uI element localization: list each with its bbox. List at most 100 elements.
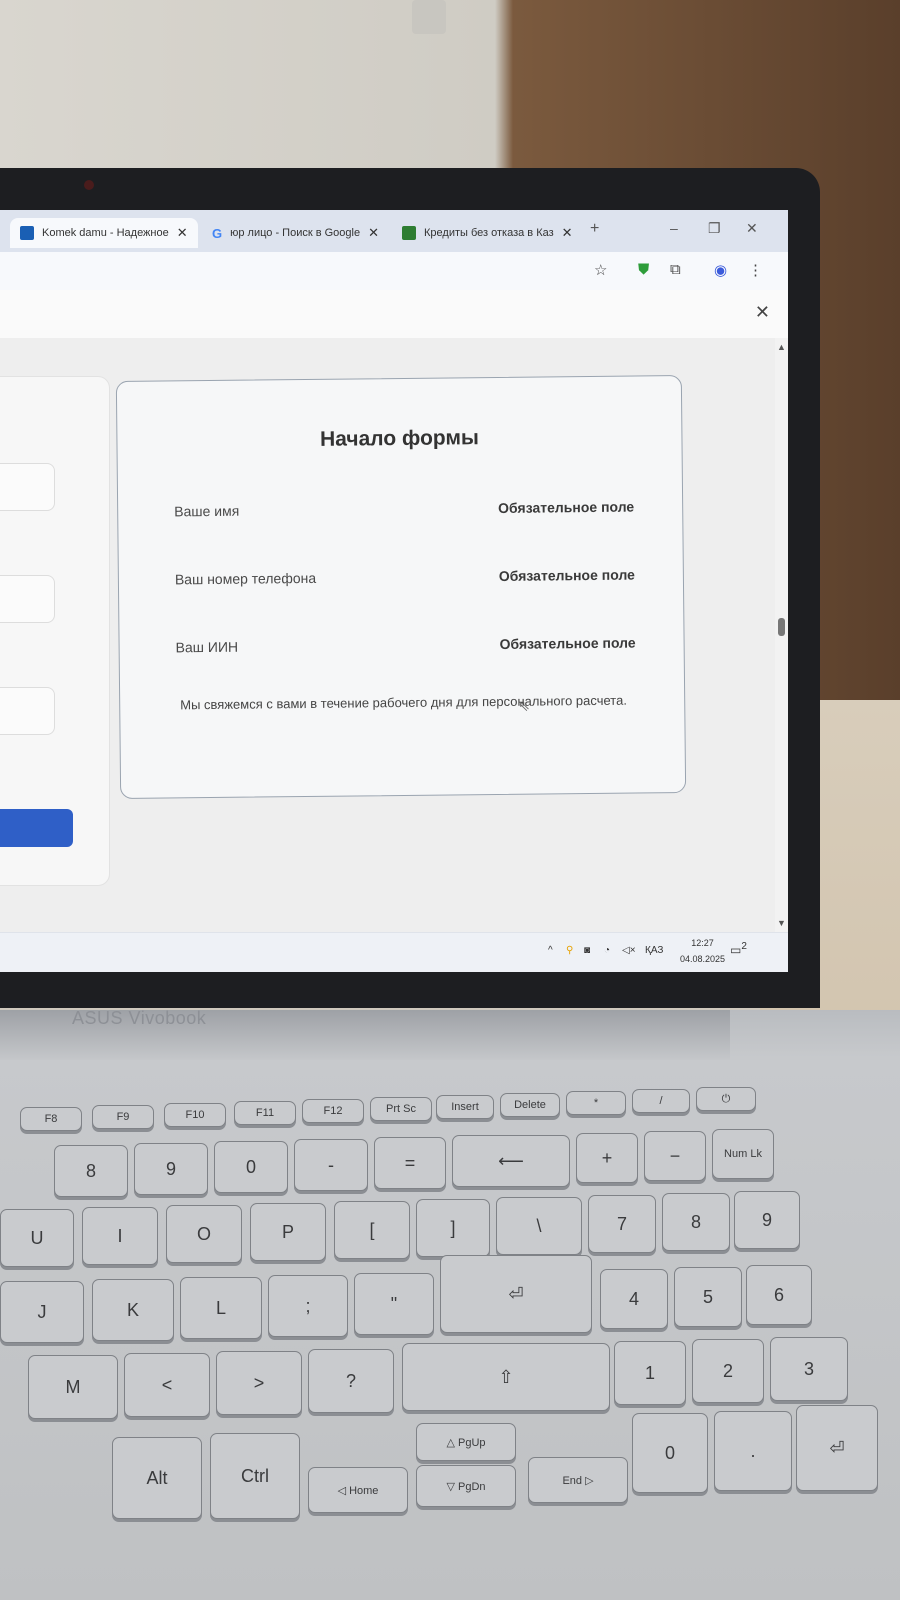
key-enter[interactable]: ⏎ [440, 1255, 592, 1333]
language-indicator[interactable]: ҚАЗ [645, 945, 663, 956]
minimize-icon[interactable]: – [670, 220, 678, 236]
browser-tab-strip: Komek damu - Надежное ✕ G юр лицо - Поис… [0, 210, 788, 252]
puzzle-extension-icon[interactable]: ⧉ [670, 261, 681, 278]
key-slash-question[interactable]: ? [308, 1349, 394, 1413]
key-quote[interactable]: " [354, 1273, 434, 1335]
chevron-up-icon[interactable]: ^ [548, 945, 553, 956]
tab-close-icon[interactable]: ✕ [562, 225, 573, 241]
profile-icon[interactable]: ◉ [714, 261, 727, 279]
key-numpad-minus[interactable]: − [644, 1131, 706, 1181]
key-numpad-9[interactable]: 9 [734, 1191, 800, 1249]
keyboard: F8 F9 F10 F11 F12 Prt Sc Insert Delete *… [0, 1075, 900, 1600]
tab-title: юр лицо - Поиск в Google [230, 227, 361, 239]
key-equals[interactable]: = [374, 1137, 446, 1189]
left-input-field[interactable] [0, 575, 55, 623]
required-status: Обязательное поле [498, 566, 635, 584]
notification-count: 2 [741, 941, 747, 952]
key-delete[interactable]: Delete [500, 1093, 560, 1117]
maximize-icon[interactable]: ❐ [708, 220, 721, 237]
key-minus[interactable]: - [294, 1139, 368, 1191]
key-numpad-5[interactable]: 5 [674, 1267, 742, 1327]
close-icon[interactable]: ✕ [755, 302, 770, 323]
key-home[interactable]: ◁ Home [308, 1467, 408, 1513]
left-input-field[interactable] [0, 687, 55, 735]
key-f8[interactable]: F8 [20, 1107, 82, 1131]
key-numpad-1[interactable]: 1 [614, 1341, 686, 1405]
key-numpad-enter[interactable]: ⏎ [796, 1405, 878, 1491]
key-numpad-4[interactable]: 4 [600, 1269, 668, 1329]
page-scrollbar[interactable]: ▲ ▼ [775, 338, 788, 932]
key-alt[interactable]: Alt [112, 1437, 202, 1519]
key-f12[interactable]: F12 [302, 1099, 364, 1123]
key-0[interactable]: 0 [214, 1141, 288, 1193]
key-p[interactable]: P [250, 1203, 326, 1261]
key-j[interactable]: J [0, 1281, 84, 1343]
iin-field-row[interactable]: Ваш ИИН Обязательное поле [175, 623, 636, 668]
key-backslash[interactable]: \ [496, 1197, 582, 1255]
webcam [84, 180, 94, 190]
key-9[interactable]: 9 [134, 1143, 208, 1195]
scroll-up-icon[interactable]: ▲ [777, 342, 786, 352]
wifi-icon[interactable]: ◔ [604, 945, 610, 956]
key-bracket-left[interactable]: [ [334, 1201, 410, 1259]
key-shift-right[interactable]: ⇧ [402, 1343, 610, 1411]
key-comma[interactable]: < [124, 1353, 210, 1417]
laptop-brand-label: ASUS Vivobook [72, 1008, 207, 1028]
key-pgdn[interactable]: ▽ PgDn [416, 1465, 516, 1507]
tab-close-icon[interactable]: ✕ [177, 225, 188, 241]
phone-field-row[interactable]: Ваш номер телефона Обязательное поле [175, 555, 635, 600]
key-asterisk[interactable]: * [566, 1091, 626, 1115]
left-input-field[interactable] [0, 463, 55, 511]
clock[interactable]: 12:27 04.08.2025 [680, 935, 725, 967]
camera-icon[interactable]: ◙ [584, 945, 590, 956]
submit-button[interactable] [0, 809, 73, 847]
key-ctrl[interactable]: Ctrl [210, 1433, 300, 1519]
key-u[interactable]: U [0, 1209, 74, 1267]
key-f9[interactable]: F9 [92, 1105, 154, 1129]
tab-credits[interactable]: Кредиты без отказа в Каз ✕ [402, 218, 573, 248]
notification-icon[interactable]: ▭2 [730, 941, 747, 957]
key-numpad-2[interactable]: 2 [692, 1339, 764, 1403]
key-numpad-plus[interactable]: + [576, 1133, 638, 1183]
tab-komek-damu[interactable]: Komek damu - Надежное ✕ [10, 218, 198, 248]
key-end[interactable]: End ▷ [528, 1457, 628, 1503]
shield-extension-icon[interactable]: ⛊ [638, 261, 649, 278]
key-l[interactable]: L [180, 1277, 262, 1339]
key-prtsc[interactable]: Prt Sc [370, 1097, 432, 1121]
key-insert[interactable]: Insert [436, 1095, 494, 1119]
menu-dots-icon[interactable]: ⋮ [748, 261, 763, 279]
key-backspace[interactable]: ⟵ [452, 1135, 570, 1187]
key-k[interactable]: K [92, 1279, 174, 1341]
key-f10[interactable]: F10 [164, 1103, 226, 1127]
key-f11[interactable]: F11 [234, 1101, 296, 1125]
key-power[interactable]: ⏻ [696, 1087, 756, 1111]
tab-google-search[interactable]: G юр лицо - Поиск в Google ✕ [212, 218, 379, 248]
key-8[interactable]: 8 [54, 1145, 128, 1197]
key-m[interactable]: M [28, 1355, 118, 1419]
star-icon[interactable]: ☆ [594, 261, 607, 279]
key-semicolon[interactable]: ; [268, 1275, 348, 1337]
key-numpad-8[interactable]: 8 [662, 1193, 730, 1251]
browser-toolbar: ☆ ⛊ ⧉ ◉ ⋮ [0, 252, 788, 291]
key-period[interactable]: > [216, 1351, 302, 1415]
key-numlock[interactable]: Num Lk [712, 1129, 774, 1179]
key-o[interactable]: O [166, 1205, 242, 1263]
key-numpad-decimal[interactable]: . [714, 1411, 792, 1491]
key-numpad-3[interactable]: 3 [770, 1337, 848, 1401]
key-pgup[interactable]: △ PgUp [416, 1423, 516, 1461]
key-i[interactable]: I [82, 1207, 158, 1265]
key-bracket-right[interactable]: ] [416, 1199, 490, 1257]
scrollbar-thumb[interactable] [778, 618, 785, 636]
key-numpad-7[interactable]: 7 [588, 1195, 656, 1253]
location-icon[interactable]: ⚲ [566, 945, 573, 956]
speaker-muted-icon[interactable]: ◁× [622, 945, 636, 956]
plus-icon[interactable]: + [590, 220, 599, 238]
key-numpad-6[interactable]: 6 [746, 1265, 812, 1325]
required-status: Обязательное поле [498, 498, 635, 516]
close-icon[interactable]: ✕ [746, 220, 758, 237]
name-field-row[interactable]: Ваше имя Обязательное поле [174, 487, 634, 532]
key-slash[interactable]: / [632, 1089, 690, 1113]
tab-close-icon[interactable]: ✕ [368, 225, 379, 241]
scroll-down-icon[interactable]: ▼ [777, 918, 786, 928]
key-numpad-0[interactable]: 0 [632, 1413, 708, 1493]
